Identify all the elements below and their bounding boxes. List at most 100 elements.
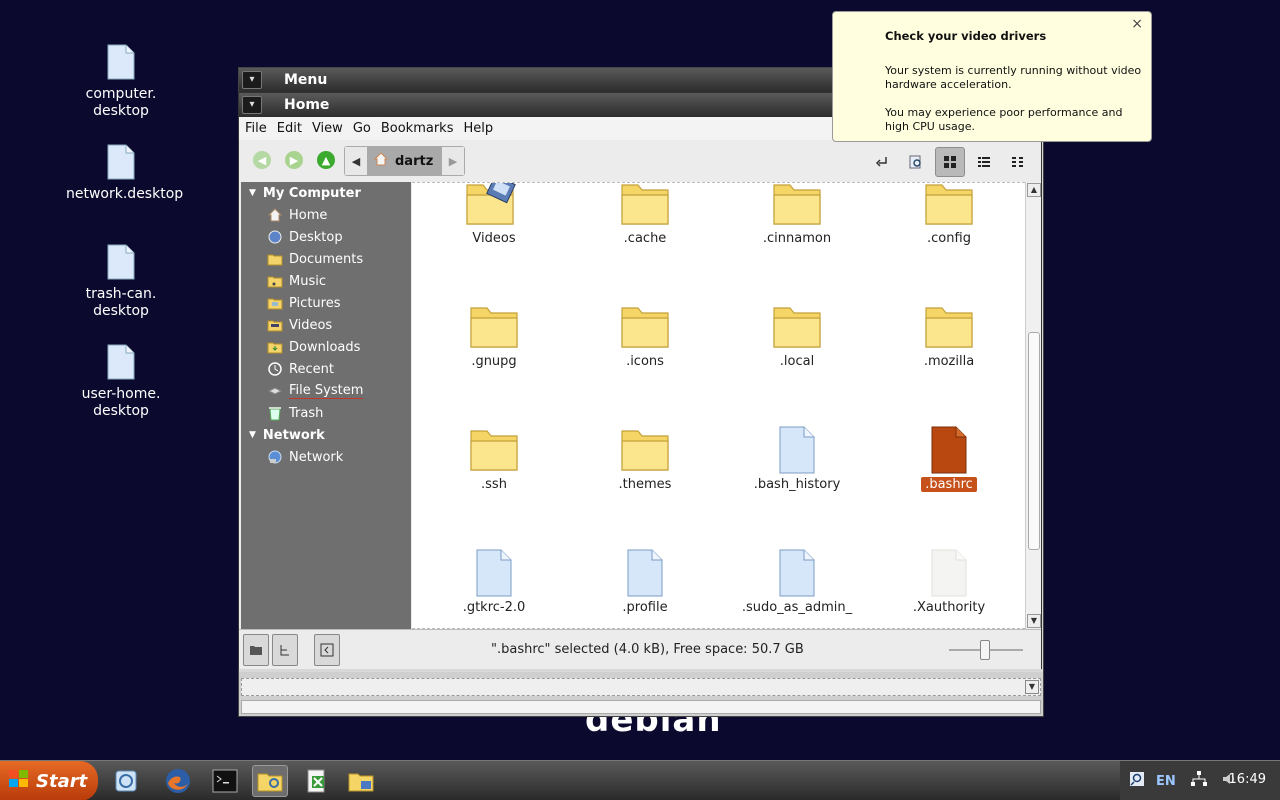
folder-icon <box>429 417 559 475</box>
file-item[interactable]: .ssh <box>429 417 559 492</box>
menu-help[interactable]: Help <box>463 121 493 136</box>
document-icon <box>107 144 135 180</box>
show-places-icon[interactable] <box>243 634 269 666</box>
statusbar: ".bashrc" selected (4.0 kB), Free space:… <box>239 629 1041 669</box>
file-item[interactable]: .local <box>732 294 862 369</box>
desktop-icon-computer[interactable]: computer. desktop <box>66 44 176 120</box>
vertical-scrollbar[interactable]: ▲ ▼ <box>1025 182 1041 629</box>
spreadsheet-icon[interactable] <box>299 765 335 797</box>
notification-popup[interactable]: Check your video drivers × Your system i… <box>832 11 1152 142</box>
close-icon[interactable]: × <box>1131 16 1143 32</box>
document-icon <box>884 540 1014 598</box>
zoom-slider-knob[interactable] <box>980 640 990 660</box>
network-icon[interactable] <box>1190 770 1208 792</box>
sidebar-section-label: My Computer <box>262 185 361 201</box>
forward-icon[interactable]: ▶ <box>285 151 303 169</box>
sidebar-item-label: Network <box>289 449 344 465</box>
sidebar-item-home[interactable]: Home <box>241 204 411 226</box>
document-icon <box>732 540 862 598</box>
documents-folder-icon <box>267 251 283 267</box>
sidebar-item-label: Pictures <box>289 295 341 311</box>
file-manager-task-icon[interactable] <box>252 765 288 797</box>
clock[interactable]: 16:49 <box>1229 772 1266 787</box>
folder-task-icon[interactable] <box>343 765 379 797</box>
sidebar-item-label: Home <box>289 207 328 223</box>
sidebar-item-recent[interactable]: Recent <box>241 358 411 380</box>
desktop-icon-trash[interactable]: trash-can. desktop <box>66 244 176 320</box>
menu-view[interactable]: View <box>312 121 343 136</box>
desktop-icon-label: network.desktop <box>66 186 184 202</box>
sidebar-item-videos[interactable]: Videos <box>241 314 411 336</box>
file-grid[interactable]: Videos .cache .cinnamon .config .gnupg .icons… <box>412 182 1025 629</box>
breadcrumb-right-icon[interactable]: ▶ <box>442 147 464 175</box>
sidebar-item-label: Recent <box>289 361 334 377</box>
file-item[interactable]: .icons <box>580 294 710 369</box>
document-icon <box>884 417 1014 475</box>
folder-icon <box>732 294 862 352</box>
sidebar-item-pictures[interactable]: Pictures <box>241 292 411 314</box>
file-item[interactable]: .cinnamon <box>732 183 862 246</box>
file-item[interactable]: .mozilla <box>884 294 1014 369</box>
up-icon[interactable]: ▲ <box>317 151 335 169</box>
window-menu-button[interactable]: ▾ <box>242 96 262 114</box>
breadcrumb-left-icon[interactable]: ◀ <box>345 147 367 175</box>
list-view-icon[interactable] <box>969 147 999 177</box>
file-item[interactable]: Videos <box>429 183 559 246</box>
file-item[interactable]: .gnupg <box>429 294 559 369</box>
menu-bookmarks[interactable]: Bookmarks <box>381 121 454 136</box>
scroll-down-icon[interactable]: ▼ <box>1027 614 1041 628</box>
notification-body: Your system is currently running without… <box>885 64 1145 148</box>
file-item[interactable]: .bashrc <box>884 417 1014 492</box>
sidebar-section-network[interactable]: ▼ Network <box>241 424 411 446</box>
terminal-icon[interactable] <box>207 765 243 797</box>
show-tree-icon[interactable] <box>272 634 298 666</box>
show-desktop-icon[interactable] <box>108 765 144 797</box>
file-item[interactable]: .cache <box>580 183 710 246</box>
toggle-location-icon[interactable] <box>867 147 897 177</box>
menu-window-lower-area: ▼ <box>239 672 1043 716</box>
sidebar-item-music[interactable]: Music <box>241 270 411 292</box>
file-item[interactable]: .sudo_as_admin_ <box>732 540 862 615</box>
notification-title: Check your video drivers <box>885 29 1047 43</box>
zoom-slider[interactable] <box>949 640 1023 660</box>
menu-go[interactable]: Go <box>353 121 371 136</box>
sidebar-item-file-system[interactable]: File System <box>241 380 411 402</box>
desktop-icon-label: user-home. desktop <box>81 386 161 419</box>
sidebar-item-network[interactable]: Network <box>241 446 411 468</box>
search-icon[interactable] <box>901 147 931 177</box>
hide-sidebar-icon[interactable] <box>314 634 340 666</box>
desktop-icon-user-home[interactable]: user-home. desktop <box>66 344 176 420</box>
scroll-up-icon[interactable]: ▲ <box>1027 183 1041 197</box>
drive-icon <box>267 383 283 399</box>
sidebar-item-downloads[interactable]: Downloads <box>241 336 411 358</box>
file-item[interactable]: .gtkrc-2.0 <box>429 540 559 615</box>
desktop-icon-network[interactable]: network.desktop <box>66 144 183 203</box>
icon-view-icon[interactable] <box>935 147 965 177</box>
file-item-label: .config <box>927 231 971 246</box>
search-icon[interactable] <box>1128 770 1146 792</box>
start-button[interactable]: Start <box>0 761 98 800</box>
file-item[interactable]: .profile <box>580 540 710 615</box>
file-item[interactable]: .Xauthority <box>884 540 1014 615</box>
sidebar-item-desktop[interactable]: Desktop <box>241 226 411 248</box>
menu-edit[interactable]: Edit <box>277 121 302 136</box>
scroll-thumb[interactable] <box>1028 332 1040 550</box>
firefox-icon[interactable] <box>160 765 196 797</box>
sidebar-item-label: Downloads <box>289 339 361 355</box>
file-item[interactable]: .themes <box>580 417 710 492</box>
compact-view-icon[interactable] <box>1003 147 1033 177</box>
breadcrumb-current[interactable]: dartz <box>367 147 442 175</box>
window-menu-button[interactable]: ▾ <box>242 71 262 89</box>
sidebar-item-trash[interactable]: Trash <box>241 402 411 424</box>
file-manager-window[interactable]: ▾ Home File Edit View Go Bookmarks Help … <box>238 92 1042 669</box>
menu-file[interactable]: File <box>245 121 267 136</box>
file-item[interactable]: .config <box>884 183 1014 246</box>
back-icon[interactable]: ◀ <box>253 151 271 169</box>
sidebar-section-my-computer[interactable]: ▼ My Computer <box>241 182 411 204</box>
document-icon <box>732 417 862 475</box>
keyboard-layout-indicator[interactable]: EN <box>1156 774 1176 789</box>
folder-icon <box>580 183 710 229</box>
file-item[interactable]: .bash_history <box>732 417 862 492</box>
sidebar-item-documents[interactable]: Documents <box>241 248 411 270</box>
dropdown-arrow-icon[interactable]: ▼ <box>1025 680 1039 694</box>
